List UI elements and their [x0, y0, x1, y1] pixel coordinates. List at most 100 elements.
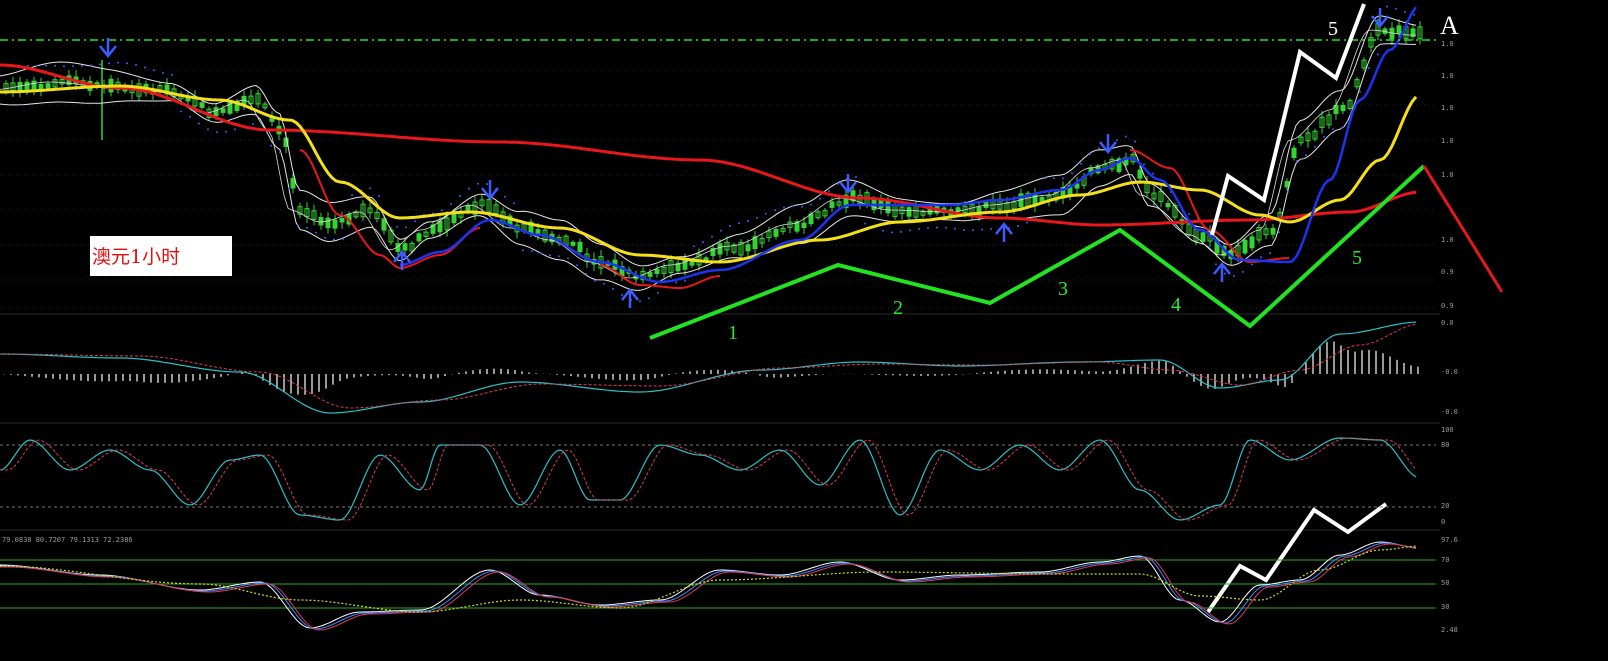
- candle-body: [1284, 181, 1290, 188]
- candle-body: [325, 217, 331, 229]
- psar-dot: [1242, 270, 1244, 273]
- psar-dot: [1098, 147, 1100, 150]
- stoch-readout: 79.0838 80.7207 79.1313 72.2386: [2, 536, 133, 544]
- candle-body: [717, 243, 723, 255]
- wave-label: 5: [1328, 18, 1338, 40]
- y-tick-label: 1.0: [1441, 236, 1454, 244]
- chart-title-box: 澳元1小时: [90, 236, 232, 276]
- candle-body: [647, 272, 653, 277]
- psar-dot: [1152, 172, 1154, 175]
- up-arrow-icon: [1213, 261, 1231, 282]
- psar-dot: [477, 182, 479, 185]
- candle-body: [339, 218, 345, 223]
- candle-body: [1249, 236, 1255, 249]
- psar-dot: [747, 220, 749, 223]
- wave-label: 1: [728, 322, 738, 344]
- psar-dot: [702, 241, 704, 244]
- psar-dot: [612, 287, 614, 290]
- psar-dot: [468, 187, 470, 190]
- psar-dot: [1395, 7, 1397, 10]
- psar-dot: [369, 187, 371, 190]
- psar-dot: [153, 69, 155, 72]
- candle-body: [437, 221, 443, 233]
- y-tick-label: 100: [1441, 426, 1454, 434]
- y-tick-label: 80: [1441, 441, 1449, 449]
- signal-line: [0, 323, 1417, 409]
- psar-dot: [225, 130, 227, 133]
- psar-dot: [864, 222, 866, 225]
- candle-body: [570, 241, 576, 246]
- psar-dot: [855, 176, 857, 178]
- psar-dot: [954, 227, 956, 230]
- psar-dot: [963, 228, 965, 231]
- psar-dot: [36, 64, 38, 67]
- psar-dot: [81, 64, 83, 67]
- psar-dot: [891, 231, 893, 234]
- candle-body: [381, 218, 387, 231]
- candle-body: [745, 244, 751, 252]
- psar-dot: [1305, 154, 1307, 157]
- candle-body: [1165, 203, 1171, 208]
- y-tick-label: 20: [1441, 502, 1449, 510]
- candle-body: [332, 219, 338, 229]
- candle-body: [1396, 25, 1402, 34]
- psar-dot: [1044, 177, 1046, 180]
- psar-dot: [936, 226, 938, 229]
- psar-dot: [324, 236, 326, 239]
- psar-dot: [45, 64, 47, 67]
- candle-body: [1200, 232, 1206, 243]
- psar-dot: [117, 61, 119, 64]
- psar-dot: [621, 294, 623, 296]
- psar-dot: [171, 73, 173, 76]
- down-arrow-icon: [481, 180, 499, 201]
- candle-body: [318, 217, 324, 226]
- psar-dot: [819, 197, 821, 200]
- candle-body: [535, 229, 541, 234]
- chart-title: 澳元1小时: [92, 246, 181, 268]
- psar-dot: [333, 238, 335, 241]
- candle-body: [1270, 227, 1276, 235]
- psar-dot: [792, 205, 794, 208]
- y-tick-label: 0.9: [1441, 302, 1454, 310]
- psar-dot: [99, 63, 101, 66]
- y-axis-ticks: 1.0 1.0 1.0 1.0 1.0 1.0 0.9 0.9 0.0 -0.0 -0.0 100 80…: [1441, 40, 1458, 634]
- wave-label: 3: [1058, 278, 1068, 300]
- y-tick-label: 1.0: [1441, 171, 1454, 179]
- psar-dot: [162, 71, 164, 74]
- candle-body: [654, 268, 660, 274]
- psar-dot: [315, 231, 317, 234]
- psar-dot: [135, 63, 137, 66]
- psar-dot: [1089, 153, 1091, 156]
- psar-dot: [1134, 140, 1136, 143]
- y-tick-label: 1.0: [1441, 137, 1454, 145]
- psar-dot: [882, 229, 884, 232]
- psar-dot: [1053, 177, 1055, 180]
- psar-dot: [189, 115, 191, 118]
- psar-dot: [639, 300, 641, 303]
- psar-dot: [306, 226, 308, 229]
- psar-dot: [216, 131, 218, 134]
- psar-dot: [972, 229, 974, 232]
- psar-dot: [603, 282, 605, 285]
- psar-dot: [396, 225, 398, 228]
- psar-dot: [1386, 5, 1388, 8]
- psar-dot: [657, 291, 659, 294]
- y-tick-label: -0.0: [1441, 408, 1458, 416]
- down-arrow-icon: [839, 174, 857, 195]
- ma-red-line: [0, 63, 1417, 227]
- wave-label: 2: [893, 297, 903, 319]
- up-arrow-icon: [995, 221, 1013, 242]
- psar-dot: [486, 183, 488, 185]
- psar-dot: [90, 64, 92, 67]
- ma-red-short: [299, 149, 481, 269]
- wave-label: 4: [1171, 294, 1181, 316]
- stoch-line-yellow: [0, 545, 1417, 613]
- candle-body: [906, 207, 912, 217]
- psar-dot: [738, 222, 740, 225]
- psar-dot: [1323, 135, 1325, 138]
- psar-dot: [198, 122, 200, 125]
- psar-dot: [504, 195, 506, 198]
- psar-dot: [1026, 221, 1028, 224]
- kd-k-line: [0, 437, 1417, 521]
- psar-dot: [1251, 263, 1253, 266]
